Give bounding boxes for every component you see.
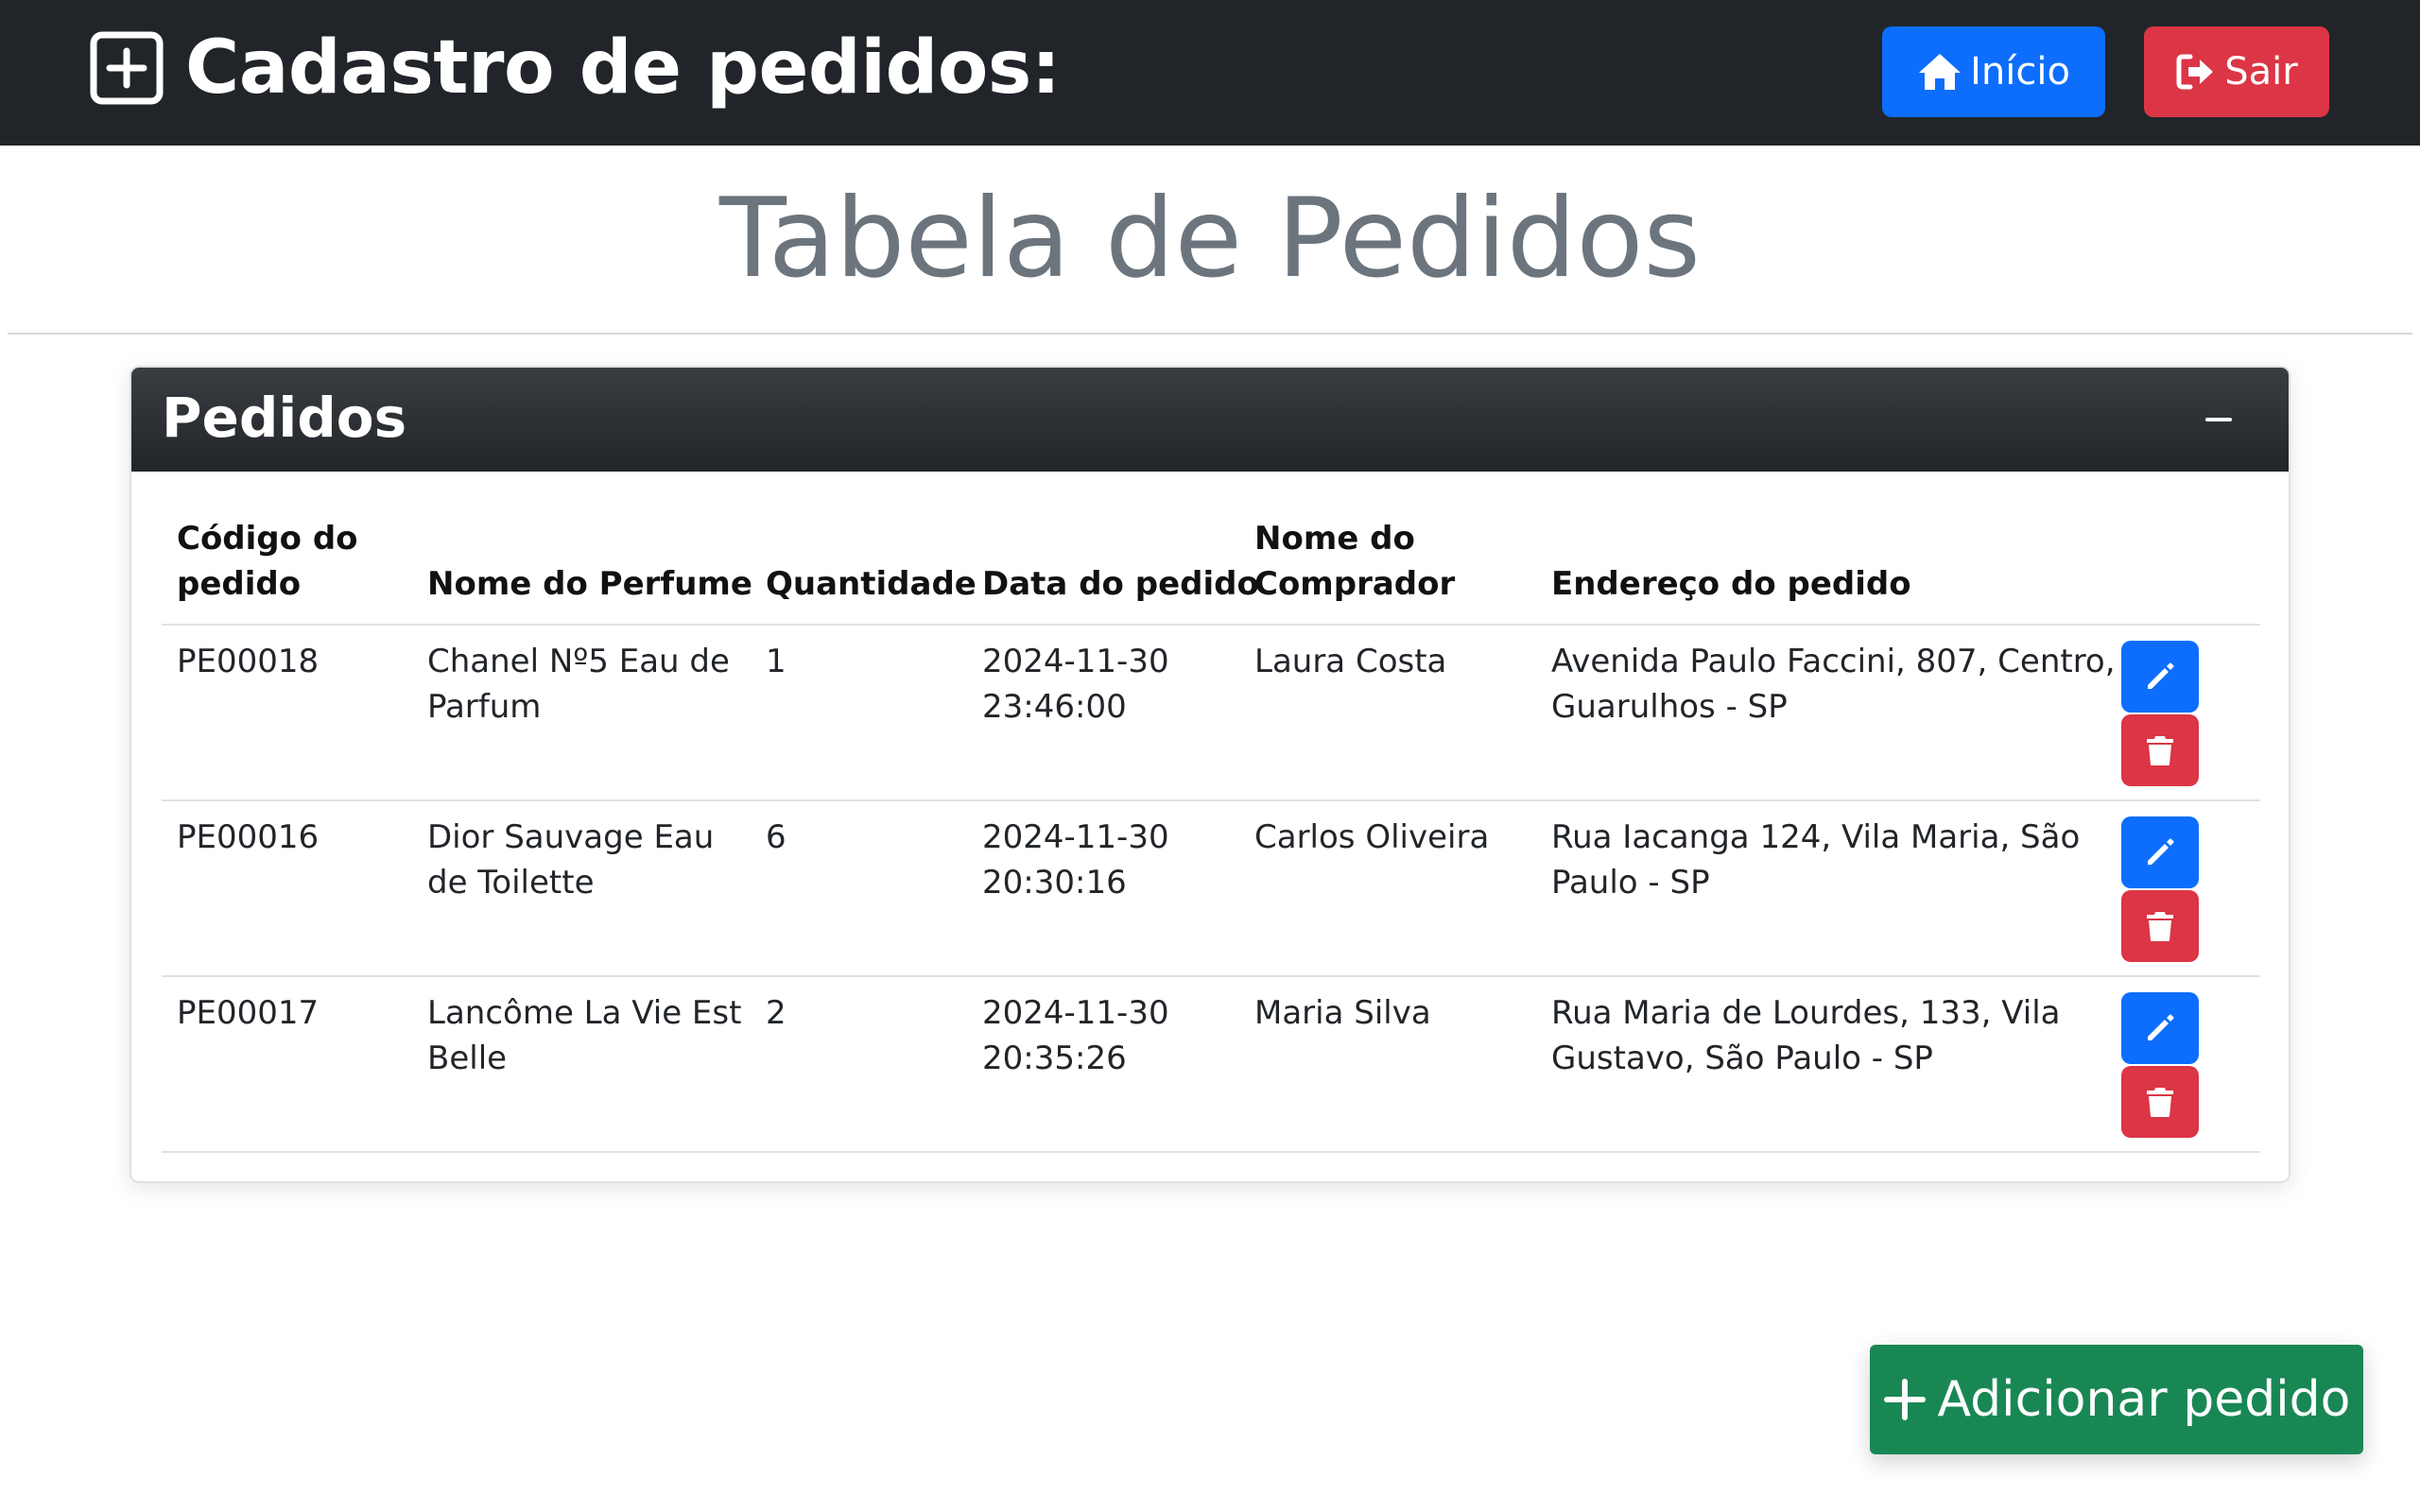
cell-perfume-line2: de Toilette [427,864,595,902]
card-title: Pedidos [162,386,407,450]
app-title: Cadastro de pedidos: [185,26,1061,111]
cell-date: 2024-11-30 20:30:16 [982,815,1169,905]
header-address: Endereço do pedido [1551,565,1911,603]
cell-address: Avenida Paulo Faccini, 807, Centro, Guar… [1551,639,2116,730]
cell-perfume: Lancôme La Vie Est Belle [427,990,741,1081]
add-order-button-label: Adicionar pedido [1937,1371,2351,1428]
cell-code: PE00016 [177,818,320,856]
cell-address: Rua Iacanga 124, Vila Maria, São Paulo -… [1551,815,2080,905]
cell-buyer: Maria Silva [1254,994,1431,1032]
cell-address-line1: Rua Maria de Lourdes, 133, Vila [1551,994,2061,1032]
orders-table: Código do pedido Nome do Perfume Quantid… [162,507,2260,1153]
cell-date-day: 2024-11-30 [982,994,1169,1032]
card-header: Pedidos [131,368,2289,472]
trash-icon [2147,736,2173,765]
header-buyer-line1: Nome do [1254,520,1415,558]
pencil-icon [2148,1014,2174,1040]
cell-address-line1: Avenida Paulo Faccini, 807, Centro, [1551,643,2116,680]
cell-buyer: Laura Costa [1254,643,1447,680]
cell-code: PE00017 [177,994,320,1032]
home-button-label: Início [1970,50,2070,94]
delete-button[interactable] [2121,714,2199,786]
cell-address-line1: Rua Iacanga 124, Vila Maria, São [1551,818,2081,856]
header-buyer-line2: Comprador [1254,565,1456,603]
delete-button[interactable] [2121,890,2199,962]
cell-quantity: 1 [766,643,786,680]
cell-buyer: Carlos Oliveira [1254,818,1490,856]
logout-button-label: Sair [2224,50,2298,94]
plus-square-icon [90,31,164,105]
delete-button[interactable] [2121,1066,2199,1138]
cell-quantity: 2 [766,994,786,1032]
pencil-icon [2148,838,2174,865]
cell-perfume-line1: Dior Sauvage Eau [427,818,715,856]
cell-date-time: 23:46:00 [982,688,1127,726]
edit-button[interactable] [2121,992,2199,1064]
cell-perfume-line2: Belle [427,1040,508,1077]
cell-address-line2: Paulo - SP [1551,864,1710,902]
table-header-row: Código do pedido Nome do Perfume Quantid… [162,507,2260,626]
cell-perfume: Chanel Nº5 Eau de Parfum [427,639,730,730]
header-code: Código do pedido [177,516,358,607]
header-buyer: Nome do Comprador [1254,516,1455,607]
cell-date: 2024-11-30 23:46:00 [982,639,1169,730]
orders-card: Pedidos Código do pedido Nome do Perfume… [130,366,2290,1183]
cell-date-time: 20:35:26 [982,1040,1127,1077]
cell-quantity: 6 [766,818,786,856]
logout-button[interactable]: Sair [2144,26,2329,117]
cell-date-day: 2024-11-30 [982,818,1169,856]
edit-button[interactable] [2121,641,2199,713]
header-quantity: Quantidade [766,565,977,603]
cell-perfume-line2: Parfum [427,688,542,726]
pencil-icon [2148,662,2174,689]
header-code-line2: pedido [177,565,302,603]
cell-address-line2: Gustavo, São Paulo - SP [1551,1040,1933,1077]
cell-code: PE00018 [177,643,320,680]
cell-perfume-line1: Lancôme La Vie Est [427,994,742,1032]
top-navbar: Cadastro de pedidos: Início Sair [0,0,2420,146]
home-button[interactable]: Início [1882,26,2105,117]
cell-perfume: Dior Sauvage Eau de Toilette [427,815,714,905]
cell-perfume-line1: Chanel Nº5 Eau de [427,643,730,680]
divider [8,333,2412,335]
edit-button[interactable] [2121,816,2199,888]
table-row: PE00017 Lancôme La Vie Est Belle 2 2024-… [162,977,2260,1153]
header-perfume: Nome do Perfume [427,565,752,603]
cell-date: 2024-11-30 20:35:26 [982,990,1169,1081]
brand: Cadastro de pedidos: [89,21,1061,115]
logout-icon [2176,54,2214,90]
add-order-button[interactable]: Adicionar pedido [1870,1345,2363,1454]
cell-address-line2: Guarulhos - SP [1551,688,1788,726]
table-row: PE00018 Chanel Nº5 Eau de Parfum 1 2024-… [162,626,2260,801]
header-code-line1: Código do [177,520,358,558]
minus-icon[interactable] [2200,405,2238,434]
cell-date-time: 20:30:16 [982,864,1127,902]
table-row: PE00016 Dior Sauvage Eau de Toilette 6 2… [162,801,2260,977]
trash-icon [2147,912,2173,941]
header-date: Data do pedido [982,565,1259,603]
cell-address: Rua Maria de Lourdes, 133, Vila Gustavo,… [1551,990,2061,1081]
plus-icon [1883,1379,1926,1420]
page-heading: Tabela de Pedidos [719,175,1701,302]
cell-date-day: 2024-11-30 [982,643,1169,680]
house-icon [1919,54,1962,90]
trash-icon [2147,1088,2173,1117]
